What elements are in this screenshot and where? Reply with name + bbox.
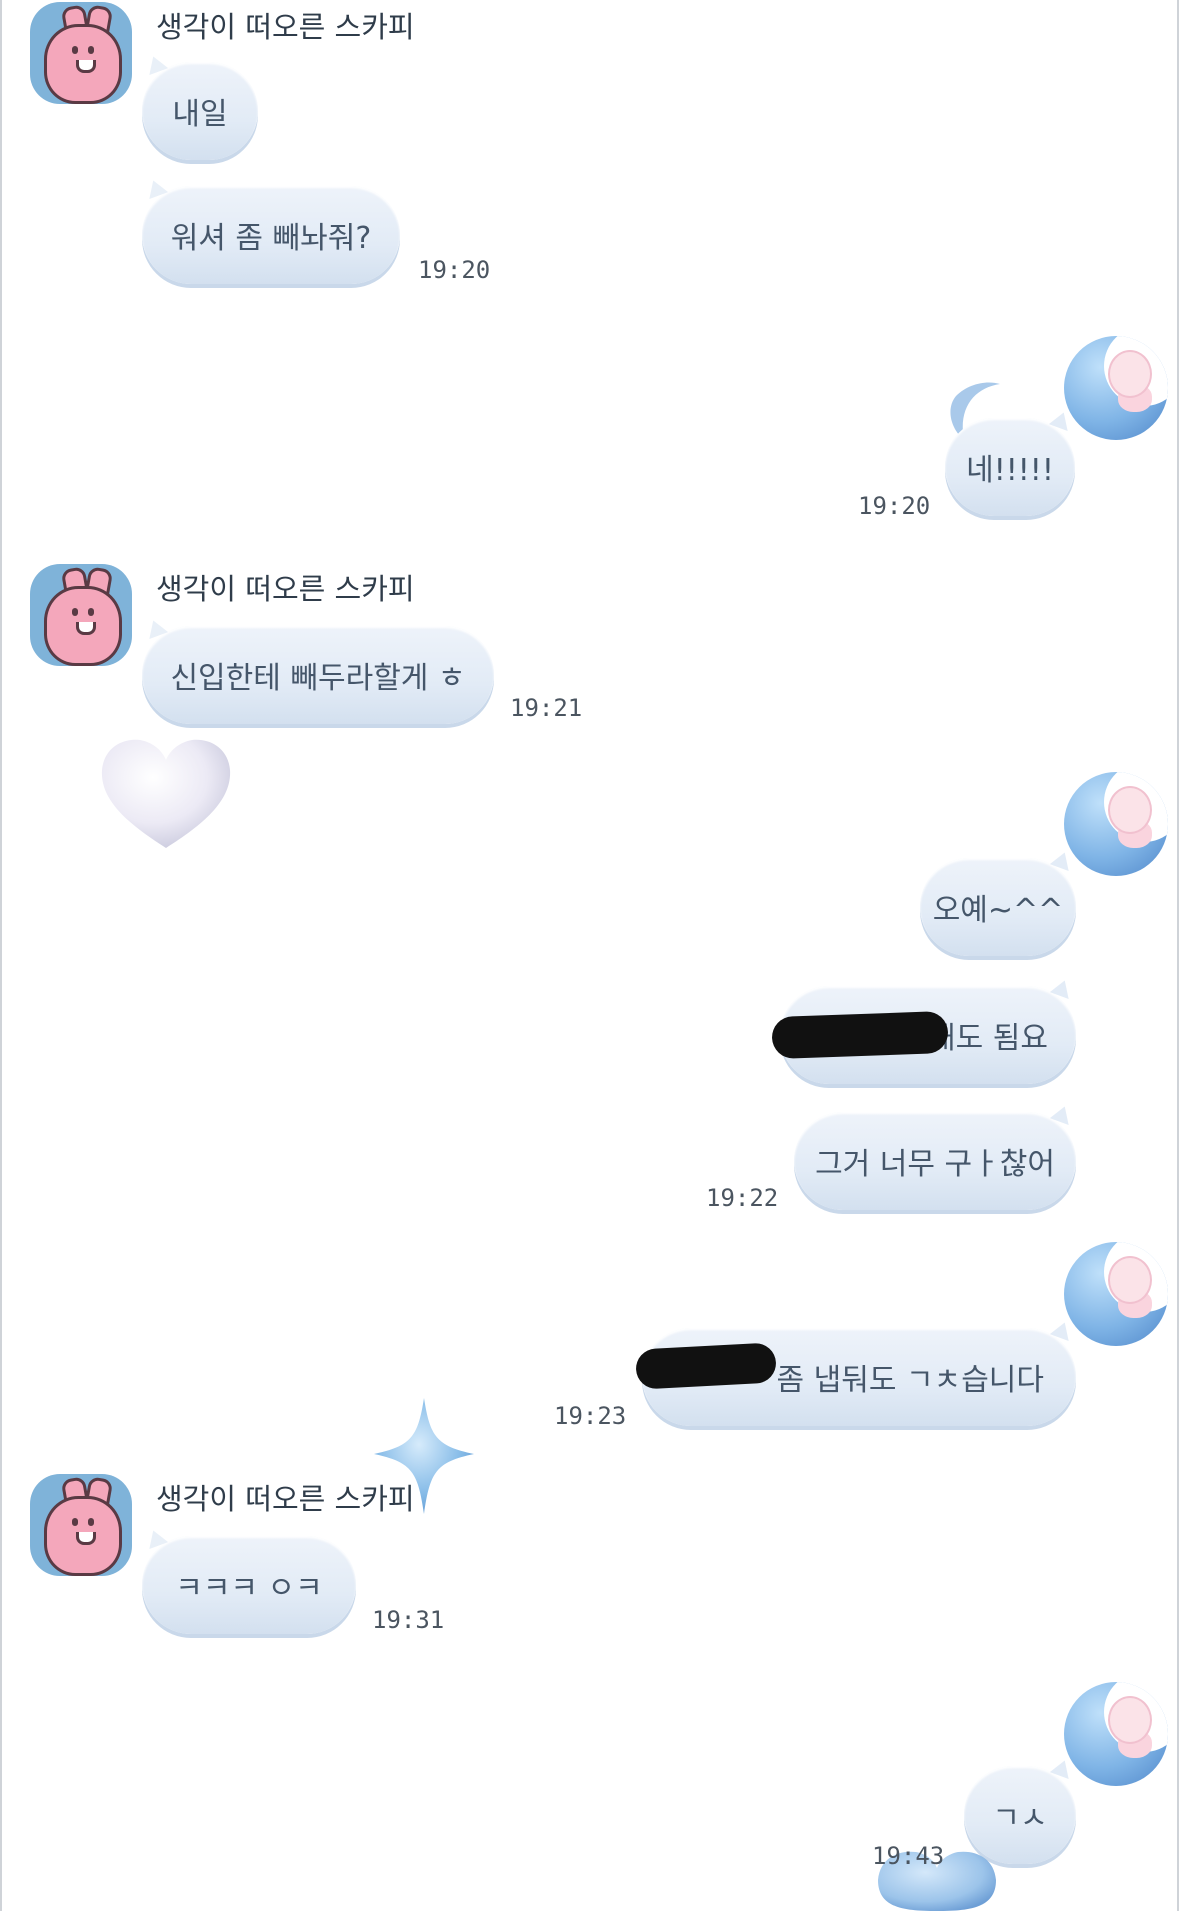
bunny-eye-icon [72,608,78,616]
message-text: 네!!!!! [966,453,1054,488]
sender-avatar[interactable] [30,564,132,666]
sender-name: 생각이 떠오른 스카피 [156,1482,415,1516]
bunny-eye-icon [72,1518,78,1526]
message-bubble[interactable]: ㅋㅋㅋ ㅇㅋ [142,1536,356,1634]
bunny-eye-icon [88,46,94,54]
redaction-scribble [635,1342,777,1390]
bunny-eye-icon [88,608,94,616]
message-time: 19:22 [706,1184,779,1212]
my-avatar[interactable] [1064,336,1168,440]
message-bubble[interactable]: 신입한테 빼두라할게 ㅎ [142,626,494,724]
sender-avatar[interactable] [30,1474,132,1576]
message-text: ㅋㅋㅋ ㅇㅋ [175,1571,323,1606]
message-text: 신입한테 빼두라할게 ㅎ [170,661,466,696]
message-time: 19:31 [372,1606,445,1634]
baby-head-icon [1108,786,1152,834]
message-bubble[interactable]: 내일 [142,62,258,160]
my-avatar[interactable] [1064,1242,1168,1346]
message-bubble[interactable]: 워셔 좀 빼놔줘? [142,186,400,284]
bunny-mouth-icon [76,1532,96,1545]
sender-avatar[interactable] [30,2,132,104]
message-bubble[interactable]: 좀 냅둬도 ㄱㅊ습니다 [635,1328,1076,1426]
message-time: 19:20 [418,256,491,284]
message-bubble[interactable]: 오예~^^ [920,858,1076,956]
sender-name: 생각이 떠오른 스카피 [156,572,415,606]
redaction-scribble [771,1010,949,1060]
message-text: 내일 [172,97,228,132]
bunny-eye-icon [72,46,78,54]
baby-head-icon [1108,350,1152,398]
my-avatar[interactable] [1064,772,1168,876]
bunny-mouth-icon [76,622,96,635]
my-avatar[interactable] [1064,1682,1168,1786]
message-text: 워셔 좀 빼놔줘? [170,221,372,256]
message-time: 19:23 [554,1402,627,1430]
message-time: 19:21 [510,694,583,722]
message-bubble[interactable]: 네!!!!! [945,418,1075,516]
heart-icon [101,739,231,848]
message-time: 19:43 [872,1842,945,1870]
baby-head-icon [1108,1696,1152,1744]
message-text: ㄱㅅ [992,1801,1048,1836]
bunny-mouth-icon [76,60,96,73]
message-bubble[interactable]: 해도 됨요 [771,986,1076,1084]
message-text: 좀 냅둬도 ㄱㅊ습니다 [776,1363,1044,1398]
bunny-eye-icon [88,1518,94,1526]
message-text: 그거 너무 구ㅏ찮어 [815,1147,1055,1182]
message-text: 오예~^^ [932,893,1064,928]
message-bubble[interactable]: 그거 너무 구ㅏ찮어 [794,1112,1076,1210]
left-edge-line [0,0,2,1911]
baby-head-icon [1108,1256,1152,1304]
sender-name: 생각이 떠오른 스카피 [156,10,415,44]
message-time: 19:20 [858,492,931,520]
